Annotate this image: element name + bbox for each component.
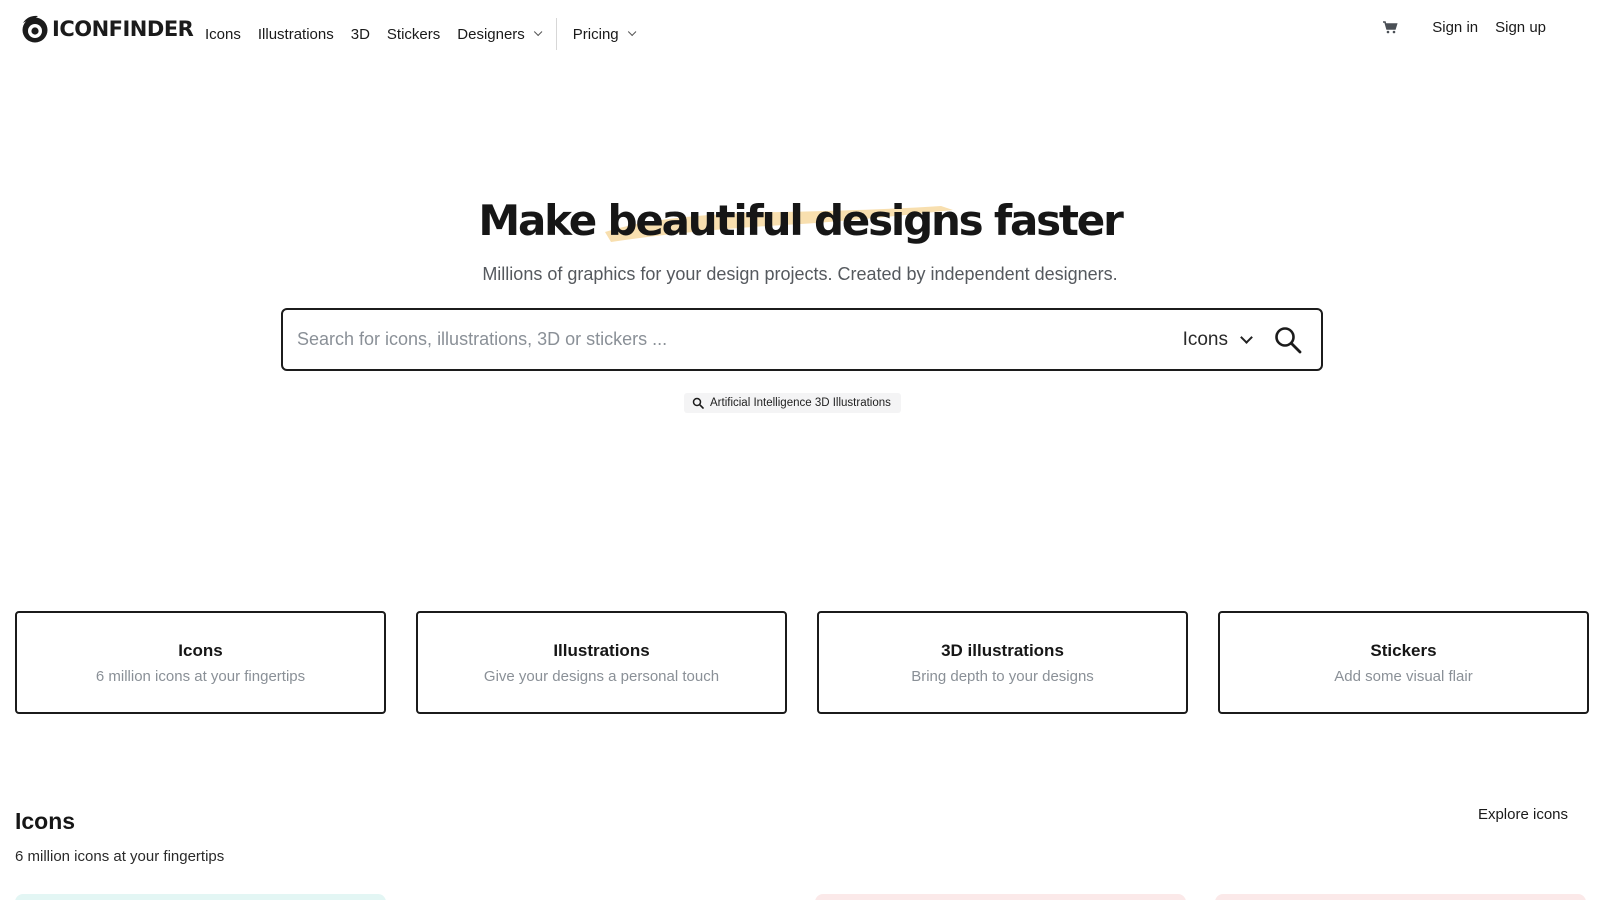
top-navigation-bar: ICONFINDER Icons Illustrations 3D Sticke… bbox=[0, 0, 1600, 58]
category-card-illustrations[interactable]: Illustrations Give your designs a person… bbox=[416, 611, 787, 714]
card-title: Stickers bbox=[1370, 641, 1437, 660]
search-icon bbox=[692, 397, 704, 409]
nav-divider bbox=[555, 18, 557, 50]
search-icon[interactable] bbox=[1273, 325, 1303, 355]
card-subtitle: Add some visual flair bbox=[1334, 668, 1473, 685]
hero-subtitle: Millions of graphics for your design pro… bbox=[482, 264, 1118, 284]
nav-3d[interactable]: 3D bbox=[351, 26, 370, 43]
suggestion-label: Artificial Intelligence 3D Illustrations bbox=[710, 397, 891, 409]
card-title: 3D illustrations bbox=[941, 641, 1064, 660]
account-nav: Sign in Sign up bbox=[1381, 18, 1546, 36]
search-type-label: Icons bbox=[1182, 328, 1228, 350]
card-title: Icons bbox=[178, 641, 223, 660]
nav-pricing-label: Pricing bbox=[572, 25, 619, 43]
nav-icons[interactable]: Icons bbox=[205, 26, 241, 43]
preview-tile-pink[interactable] bbox=[1215, 894, 1586, 900]
search-type-dropdown[interactable]: Icons bbox=[1182, 328, 1253, 351]
search-input[interactable] bbox=[283, 329, 1183, 350]
card-subtitle: Give your designs a personal touch bbox=[483, 668, 720, 685]
hero-title-start: Make bbox=[478, 196, 597, 245]
nav-designers-dropdown[interactable]: Designers bbox=[457, 25, 543, 43]
sign-up-link[interactable]: Sign up bbox=[1495, 19, 1546, 36]
cart-icon[interactable] bbox=[1381, 18, 1399, 36]
nav-stickers[interactable]: Stickers bbox=[387, 26, 440, 43]
main-nav: Icons Illustrations 3D Stickers Designer… bbox=[205, 18, 650, 50]
chevron-down-icon bbox=[627, 27, 637, 37]
hero-title-highlight-text: beautiful designs bbox=[607, 196, 983, 245]
sign-in-link[interactable]: Sign in bbox=[1432, 19, 1478, 36]
search-suggestion-chip[interactable]: Artificial Intelligence 3D Illustrations bbox=[684, 393, 901, 413]
chevron-down-icon bbox=[1240, 330, 1253, 344]
category-card-3d-illustrations[interactable]: 3D illustrations Bring depth to your des… bbox=[817, 611, 1188, 714]
preview-tile-pink[interactable] bbox=[815, 894, 1186, 900]
category-card-icons[interactable]: Icons 6 million icons at your fingertips bbox=[15, 611, 386, 714]
nav-pricing-dropdown[interactable]: Pricing bbox=[572, 25, 637, 43]
section-title: Icons bbox=[15, 808, 76, 834]
category-cards: Icons 6 million icons at your fingertips… bbox=[15, 611, 1590, 714]
section-subtitle: 6 million icons at your fingertips bbox=[15, 848, 225, 865]
brand-name: ICONFINDER bbox=[52, 17, 194, 41]
nav-designers-label: Designers bbox=[457, 25, 525, 43]
nav-illustrations[interactable]: Illustrations bbox=[258, 26, 334, 43]
iconfinder-logo[interactable]: ICONFINDER bbox=[20, 14, 194, 44]
preview-tile-teal[interactable] bbox=[15, 894, 386, 900]
search-bar: Icons bbox=[281, 308, 1323, 371]
card-subtitle: 6 million icons at your fingertips bbox=[95, 668, 306, 685]
hero-title-end: faster bbox=[993, 196, 1124, 245]
hero-title-highlight: beautiful designs bbox=[605, 196, 984, 245]
card-title: Illustrations bbox=[553, 641, 650, 660]
iconfinder-logo-icon bbox=[22, 15, 48, 43]
card-subtitle: Bring depth to your designs bbox=[911, 668, 1094, 685]
explore-icons-link[interactable]: Explore icons bbox=[1478, 806, 1568, 823]
category-card-stickers[interactable]: Stickers Add some visual flair bbox=[1218, 611, 1589, 714]
hero-title: Make beautiful designs faster bbox=[0, 196, 1600, 245]
chevron-down-icon bbox=[533, 27, 543, 37]
